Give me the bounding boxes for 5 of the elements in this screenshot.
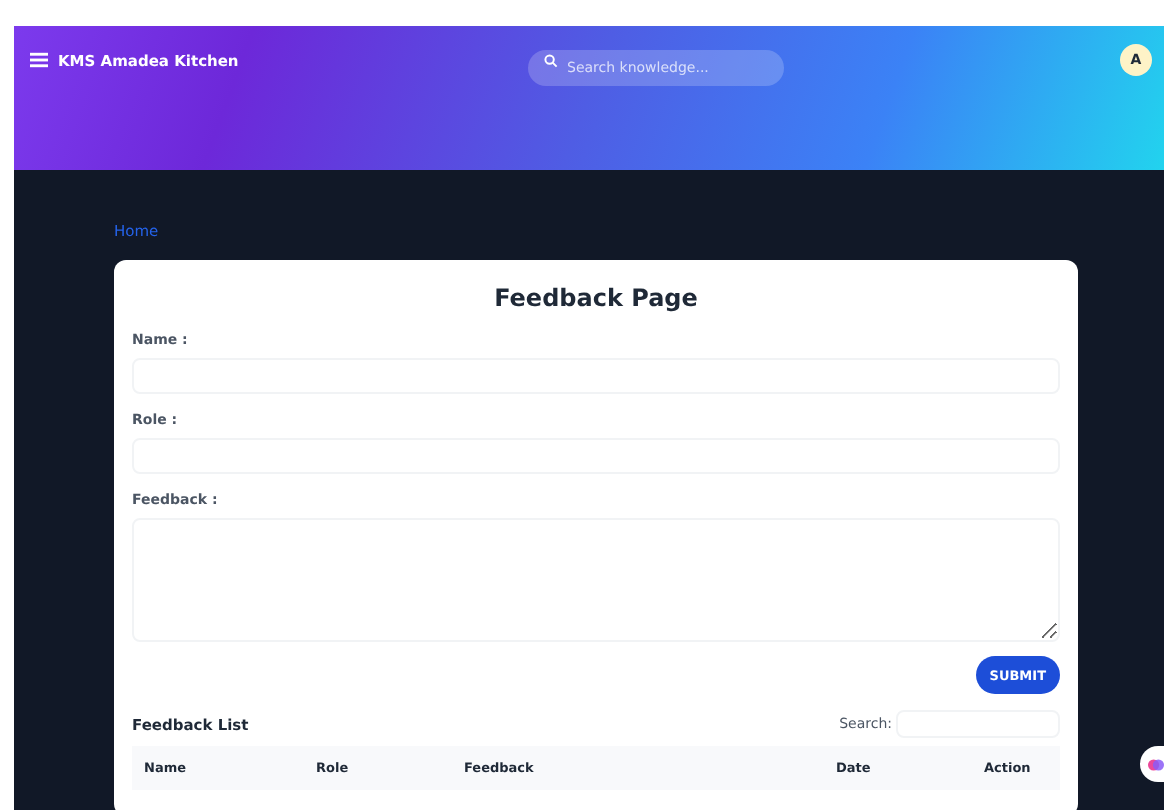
menu-icon[interactable]: [30, 52, 48, 68]
search-icon: [543, 53, 557, 67]
page-title: Feedback Page: [492, 284, 700, 312]
colorful-blob-icon: [1148, 755, 1164, 773]
textarea-field[interactable]: [132, 518, 1060, 642]
